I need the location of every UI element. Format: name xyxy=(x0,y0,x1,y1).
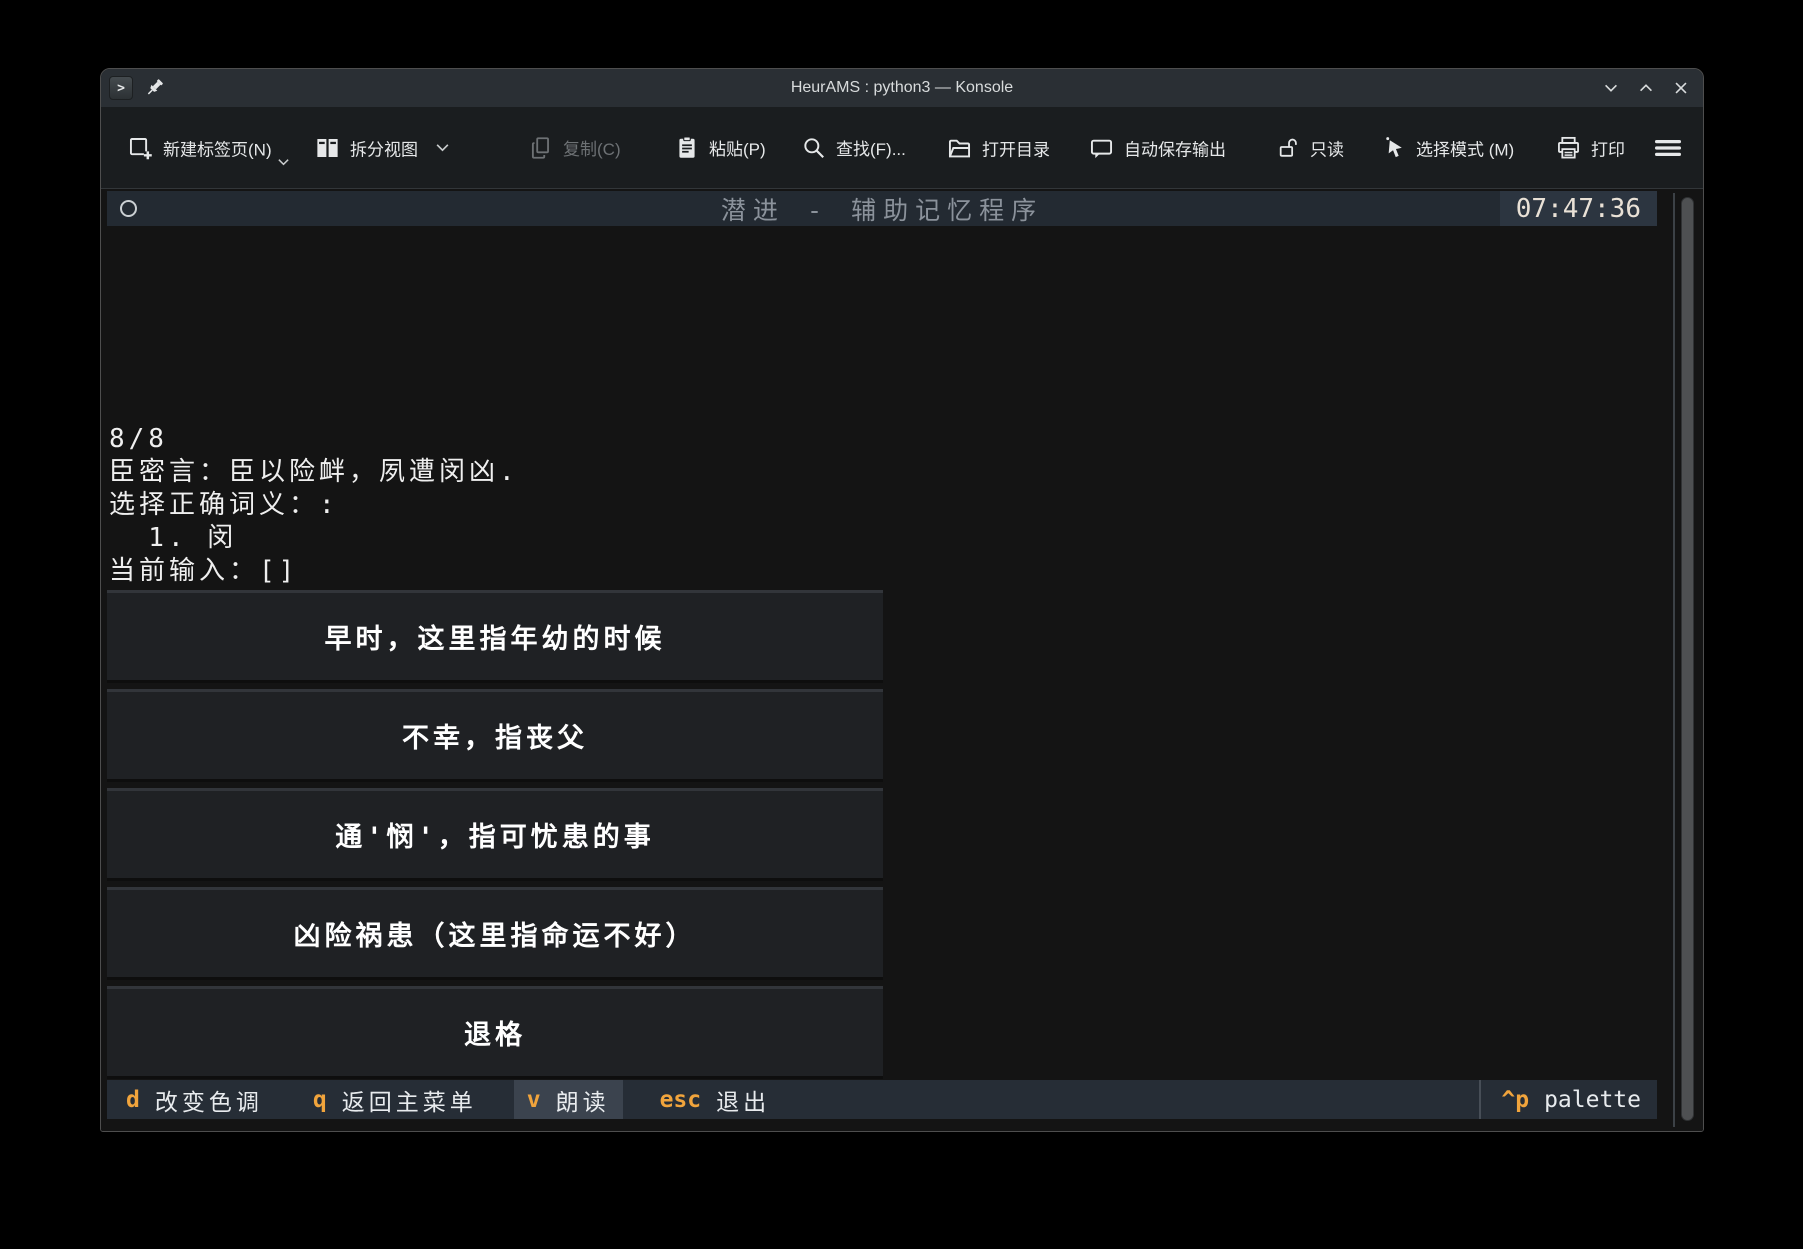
toolbar-label: 粘贴(P) xyxy=(709,135,766,160)
toolbar-label: 拆分视图 xyxy=(350,135,418,160)
shortcut-key: q xyxy=(313,1087,327,1113)
current-input-line: 当前输入：[] xyxy=(109,555,519,588)
shortcut-key: ^p xyxy=(1501,1087,1529,1113)
desktop: > HeurAMS : python3 — Konsole xyxy=(0,0,1803,1249)
toolbar-label: 查找(F)... xyxy=(836,135,906,160)
statusbar-item-exit[interactable]: esc 退出 xyxy=(647,1080,784,1119)
konsole-window: > HeurAMS : python3 — Konsole xyxy=(100,68,1704,1132)
chevron-down-icon xyxy=(435,143,450,153)
app-header-bar: 潜进 - 辅助记忆程序 07:47:36 xyxy=(107,191,1657,226)
option-button-1[interactable]: 早时，这里指年幼的时候 xyxy=(107,590,883,683)
shortcut-label: 退出 xyxy=(716,1083,770,1117)
toolbar-button-print[interactable]: 打印 xyxy=(1555,134,1625,161)
toolbar-button-read-only[interactable]: 只读 xyxy=(1276,135,1344,160)
question-item: 1. 闵 xyxy=(109,522,519,555)
toolbar-button-split-view[interactable]: 拆分视图 xyxy=(314,134,450,161)
close-button[interactable] xyxy=(1671,78,1691,98)
option-button-2[interactable]: 不幸，指丧父 xyxy=(107,689,883,782)
shortcut-key: esc xyxy=(660,1087,702,1113)
progress-counter: 8/8 xyxy=(109,423,519,456)
statusbar-item-palette[interactable]: ^p palette xyxy=(1479,1080,1657,1119)
option-label: 不幸，指丧父 xyxy=(402,716,588,755)
option-label: 凶险祸患（这里指命运不好） xyxy=(294,914,697,953)
prompt-line: 选择正确词义：: xyxy=(109,489,519,522)
shortcut-label: 改变色调 xyxy=(155,1083,263,1117)
lock-open-icon xyxy=(1276,135,1301,160)
status-circle-icon xyxy=(120,200,137,217)
terminal-output: 8/8 臣密言：臣以险衅，夙遭闵凶. 选择正确词义：: 1. 闵 当前输入：[] xyxy=(109,423,519,588)
shortcut-label: 朗读 xyxy=(556,1083,610,1117)
shortcut-key: d xyxy=(126,1087,140,1113)
app-icon-glyph: > xyxy=(117,81,125,96)
titlebar[interactable]: > HeurAMS : python3 — Konsole xyxy=(101,69,1703,107)
toolbar-label: 新建标签页(N) xyxy=(163,135,272,160)
statusbar-item-change-theme[interactable]: d 改变色调 xyxy=(113,1080,276,1119)
hamburger-icon xyxy=(1653,136,1683,160)
scrollbar-divider xyxy=(1673,193,1675,1127)
window-title: HeurAMS : python3 — Konsole xyxy=(101,79,1703,97)
toolbar-button-autosave-output[interactable]: 自动保存输出 xyxy=(1088,134,1226,161)
sentence-line: 臣密言：臣以险衅，夙遭闵凶. xyxy=(109,456,519,489)
search-icon xyxy=(801,135,827,161)
toolbar-label: 打开目录 xyxy=(982,135,1050,160)
select-cursor-icon xyxy=(1382,135,1407,160)
chevron-down-icon xyxy=(1602,79,1620,97)
option-button-3[interactable]: 通'悯'，指可忧患的事 xyxy=(107,788,883,881)
terminal-view[interactable]: 潜进 - 辅助记忆程序 07:47:36 8/8 臣密言：臣以险衅，夙遭闵凶. … xyxy=(101,189,1703,1131)
clock: 07:47:36 xyxy=(1500,191,1657,226)
new-tab-icon xyxy=(127,134,154,161)
toolbar-button-copy: 复制(C) xyxy=(528,135,621,161)
close-icon xyxy=(1672,79,1690,97)
shortcut-key: v xyxy=(527,1087,541,1113)
option-button-backspace[interactable]: 退格 xyxy=(107,986,883,1079)
statusbar-item-main-menu[interactable]: q 返回主菜单 xyxy=(300,1080,490,1119)
toolbar-button-find[interactable]: 查找(F)... xyxy=(801,135,906,161)
option-label: 退格 xyxy=(464,1013,526,1052)
toolbar-label: 打印 xyxy=(1591,135,1625,160)
konsole-app-icon: > xyxy=(109,76,133,100)
toolbar: 新建标签页(N) 拆分视图 xyxy=(101,107,1703,189)
option-label: 早时，这里指年幼的时候 xyxy=(325,617,666,656)
option-button-4[interactable]: 凶险祸患（这里指命运不好） xyxy=(107,887,883,980)
minimize-button[interactable] xyxy=(1601,78,1621,98)
toolbar-menu-button[interactable] xyxy=(1653,136,1683,160)
window-controls xyxy=(1601,69,1691,107)
printer-icon xyxy=(1555,134,1582,161)
maximize-button[interactable] xyxy=(1636,78,1656,98)
status-bar: d 改变色调 q 返回主菜单 v 朗读 esc 退出 ^p palette xyxy=(107,1080,1657,1119)
app-title: 潜进 - 辅助记忆程序 xyxy=(107,191,1657,227)
copy-icon xyxy=(528,135,554,161)
toolbar-label: 只读 xyxy=(1310,135,1344,160)
output-bubble-icon xyxy=(1088,134,1115,161)
pin-icon[interactable] xyxy=(145,77,167,99)
toolbar-label: 选择模式 (M) xyxy=(1416,135,1514,160)
toolbar-label: 复制(C) xyxy=(563,135,621,160)
shortcut-label: 返回主菜单 xyxy=(342,1083,477,1117)
statusbar-item-read-aloud[interactable]: v 朗读 xyxy=(514,1080,623,1119)
scrollbar-thumb[interactable] xyxy=(1681,197,1694,1121)
open-folder-icon xyxy=(946,134,973,161)
toolbar-button-open-directory[interactable]: 打开目录 xyxy=(946,134,1050,161)
toolbar-button-new-tab[interactable]: 新建标签页(N) xyxy=(127,134,290,161)
paste-icon xyxy=(674,135,700,161)
option-label: 通'悯'，指可忧患的事 xyxy=(335,815,655,854)
toolbar-label: 自动保存输出 xyxy=(1124,135,1226,160)
shortcut-label: palette xyxy=(1544,1087,1641,1113)
toolbar-button-select-mode[interactable]: 选择模式 (M) xyxy=(1382,135,1514,160)
split-view-icon xyxy=(314,134,341,161)
toolbar-button-paste[interactable]: 粘贴(P) xyxy=(674,135,766,161)
chevron-down-icon xyxy=(277,157,290,166)
chevron-up-icon xyxy=(1637,79,1655,97)
